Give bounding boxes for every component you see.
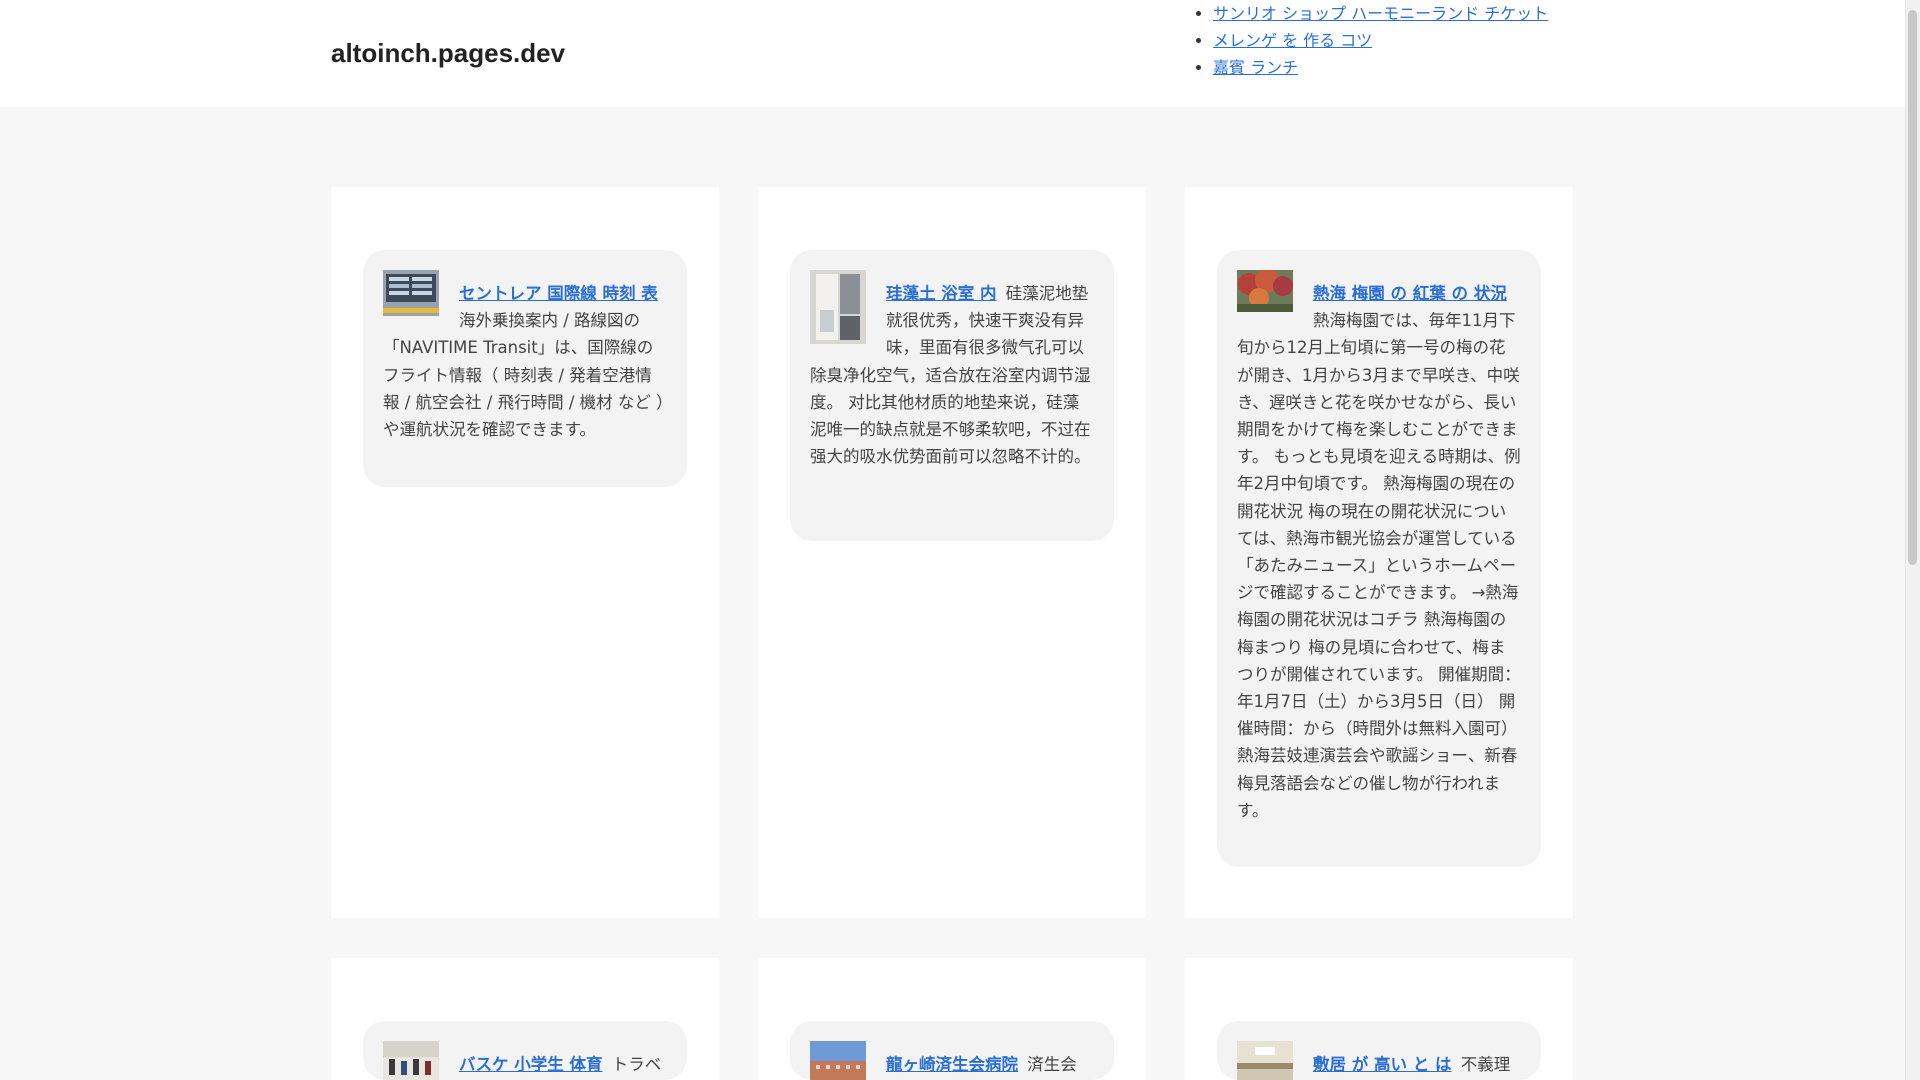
article-card-inner: 龍ヶ崎済生会病院 済生会 bbox=[790, 1021, 1114, 1080]
article-thumbnail[interactable] bbox=[810, 1041, 866, 1080]
article-card: セントレア 国際線 時刻 表 海外乗換案内 / 路線図の「NAVITIME Tr… bbox=[331, 187, 719, 918]
nav-link[interactable]: メレンゲ を 作る コツ bbox=[1213, 31, 1372, 50]
autumn-leaves-photo-icon bbox=[1237, 270, 1293, 312]
article-card: 龍ヶ崎済生会病院 済生会 bbox=[758, 958, 1146, 1080]
article-card: 珪藻土 浴室 内 硅藻泥地垫就很优秀，快速干爽没有异味，里面有很多微气孔可以除臭… bbox=[758, 187, 1146, 918]
hospital-building-photo-icon bbox=[810, 1041, 866, 1080]
gym-photo-icon bbox=[383, 1041, 439, 1080]
article-title-link[interactable]: バスケ 小学生 体育 bbox=[459, 1055, 603, 1074]
article-title-link[interactable]: 熱海 梅園 の 紅葉 の 状況 bbox=[1313, 284, 1507, 303]
scrollbar-thumb[interactable] bbox=[1908, 10, 1917, 565]
article-thumbnail[interactable] bbox=[383, 1041, 439, 1080]
article-title-link[interactable]: 珪藻土 浴室 内 bbox=[886, 284, 997, 303]
article-excerpt: 熱海梅園では、毎年11月下旬から12月上旬頃に第一号の梅の花が開き、1月から3月… bbox=[1237, 311, 1521, 820]
article-card: バスケ 小学生 体育 トラベ bbox=[331, 958, 719, 1080]
article-title-link[interactable]: セントレア 国際線 時刻 表 bbox=[459, 284, 658, 303]
nav-item: サンリオ ショップ ハーモニーランド チケット bbox=[1213, 0, 1548, 27]
nav-link[interactable]: サンリオ ショップ ハーモニーランド チケット bbox=[1213, 4, 1548, 23]
article-title-link[interactable]: 龍ヶ崎済生会病院 bbox=[886, 1055, 1018, 1074]
article-card-inner: 熱海 梅園 の 紅葉 の 状況 熱海梅園では、毎年11月下旬から12月上旬頃に第… bbox=[1217, 250, 1541, 867]
threshold-photo-icon bbox=[1237, 1041, 1293, 1080]
article-card: 敷居 が 高い と は 不義理 bbox=[1185, 958, 1573, 1080]
article-title-link[interactable]: 敷居 が 高い と は bbox=[1313, 1055, 1451, 1074]
airport-departure-board-photo-icon bbox=[383, 270, 439, 316]
header-nav: サンリオ ショップ ハーモニーランド チケット メレンゲ を 作る コツ 嘉賓 … bbox=[1195, 0, 1548, 81]
article-thumbnail[interactable] bbox=[383, 270, 439, 316]
article-card: 熱海 梅園 の 紅葉 の 状況 熱海梅園では、毎年11月下旬から12月上旬頃に第… bbox=[1185, 187, 1573, 918]
article-thumbnail[interactable] bbox=[1237, 270, 1293, 312]
site-header: altoinch.pages.dev サンリオ ショップ ハーモニーランド チケ… bbox=[0, 0, 1905, 107]
article-card-inner: バスケ 小学生 体育 トラベ bbox=[363, 1021, 687, 1080]
bathroom-photo-icon bbox=[810, 270, 866, 344]
article-excerpt: 不義理 bbox=[1460, 1055, 1511, 1074]
article-card-inner: 珪藻土 浴室 内 硅藻泥地垫就很优秀，快速干爽没有异味，里面有很多微气孔可以除臭… bbox=[790, 250, 1114, 541]
article-excerpt: 済生会 bbox=[1027, 1055, 1077, 1074]
nav-link[interactable]: 嘉賓 ランチ bbox=[1213, 58, 1298, 77]
nav-item: 嘉賓 ランチ bbox=[1213, 54, 1548, 81]
article-card-inner: 敷居 が 高い と は 不義理 bbox=[1217, 1021, 1541, 1080]
article-thumbnail[interactable] bbox=[810, 270, 866, 344]
site-title[interactable]: altoinch.pages.dev bbox=[331, 38, 565, 69]
article-excerpt: トラベ bbox=[611, 1055, 662, 1074]
nav-item: メレンゲ を 作る コツ bbox=[1213, 27, 1548, 54]
article-card-inner: セントレア 国際線 時刻 表 海外乗換案内 / 路線図の「NAVITIME Tr… bbox=[363, 250, 687, 487]
article-excerpt: 海外乗換案内 / 路線図の「NAVITIME Transit」は、国際線のフライ… bbox=[383, 311, 665, 440]
page-scrollbar[interactable] bbox=[1905, 0, 1920, 1080]
article-thumbnail[interactable] bbox=[1237, 1041, 1293, 1080]
